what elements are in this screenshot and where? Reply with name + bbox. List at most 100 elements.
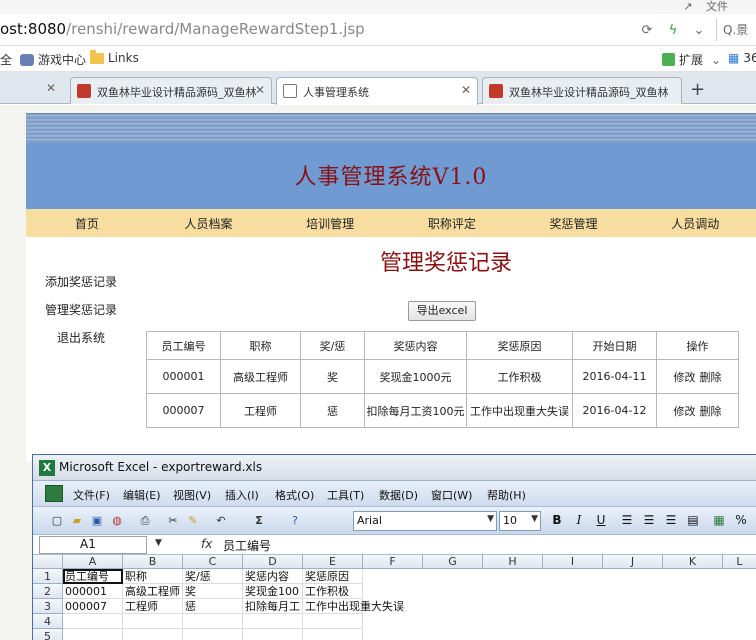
cell-a3[interactable]: 000007: [63, 599, 123, 614]
sidebar-add-record[interactable]: 添加奖惩记录: [26, 273, 136, 290]
align-right-icon[interactable]: ☰: [663, 513, 679, 527]
pin-icon[interactable]: ↗: [683, 0, 692, 13]
cell-c1[interactable]: 奖/惩: [183, 569, 243, 584]
new-file-icon[interactable]: ▢: [49, 513, 65, 529]
bookmark-all[interactable]: 全: [0, 51, 12, 68]
menu-file[interactable]: 文件(F): [73, 487, 110, 503]
column-header[interactable]: B: [123, 555, 183, 569]
cell-b2[interactable]: 高级工程师: [123, 584, 183, 599]
excel-titlebar[interactable]: X Microsoft Excel - exportreward.xls: [33, 455, 756, 481]
print-icon[interactable]: ⎙: [137, 513, 153, 529]
refresh-icon[interactable]: ⟳: [638, 21, 656, 39]
currency-icon[interactable]: ▦: [711, 513, 727, 527]
new-tab-button[interactable]: +: [690, 79, 705, 100]
search-box[interactable]: Q.景: [716, 19, 756, 41]
cell-c3[interactable]: 惩: [183, 599, 243, 614]
bold-icon[interactable]: B: [549, 513, 565, 527]
percent-icon[interactable]: %: [733, 513, 749, 527]
format-painter-icon[interactable]: ✎: [185, 513, 201, 529]
autosum-icon[interactable]: Σ: [251, 513, 267, 529]
align-left-icon[interactable]: ☰: [619, 513, 635, 527]
extension-shortcut[interactable]: ▦ 36: [728, 51, 756, 65]
nav-title-evaluation[interactable]: 职称评定: [391, 209, 513, 237]
tab-source-code-2[interactable]: 双鱼林毕业设计精品源码_双鱼林: [482, 77, 682, 104]
column-header[interactable]: A: [63, 555, 123, 569]
workbook-icon[interactable]: [45, 485, 63, 502]
lightning-icon[interactable]: ϟ: [664, 21, 682, 39]
column-header[interactable]: G: [423, 555, 483, 569]
undo-icon[interactable]: ↶: [213, 513, 229, 529]
row-header[interactable]: 5: [33, 629, 63, 640]
italic-icon[interactable]: I: [571, 513, 587, 527]
align-center-icon[interactable]: ☰: [641, 513, 657, 527]
menu-view[interactable]: 视图(V): [173, 487, 211, 503]
menu-edit[interactable]: 编辑(E): [123, 487, 161, 503]
function-icon[interactable]: fx: [201, 537, 212, 551]
empty-cell[interactable]: [123, 629, 183, 640]
empty-cell[interactable]: [303, 614, 363, 629]
delete-link[interactable]: 删除: [700, 371, 722, 384]
column-header[interactable]: D: [243, 555, 303, 569]
worksheet-grid[interactable]: A B C D E F G H I J K L 1 2 3 4 5 员工编号 职…: [33, 555, 756, 640]
nav-personnel-files[interactable]: 人员档案: [148, 209, 270, 237]
column-header[interactable]: L: [723, 555, 756, 569]
cell-c2[interactable]: 奖: [183, 584, 243, 599]
export-excel-button[interactable]: 导出excel: [408, 301, 476, 321]
close-icon[interactable]: ✕: [255, 83, 265, 97]
url-text[interactable]: ost:8080/renshi/reward/ManageRewardStep1…: [0, 20, 365, 38]
menu-window[interactable]: 窗口(W): [431, 487, 472, 503]
edit-link[interactable]: 修改: [674, 371, 696, 384]
address-bar[interactable]: ost:8080/renshi/reward/ManageRewardStep1…: [0, 14, 756, 46]
empty-cell[interactable]: [183, 614, 243, 629]
cell-b1[interactable]: 职称: [123, 569, 183, 584]
nav-training[interactable]: 培训管理: [269, 209, 391, 237]
column-header[interactable]: F: [363, 555, 423, 569]
empty-cell[interactable]: [243, 614, 303, 629]
nav-transfer[interactable]: 人员调动: [634, 209, 756, 237]
row-header[interactable]: 1: [33, 569, 63, 584]
permission-icon[interactable]: ◍: [109, 513, 125, 529]
underline-icon[interactable]: U: [593, 513, 609, 527]
cell-e2[interactable]: 工作积极: [303, 584, 363, 599]
nav-home[interactable]: 首页: [26, 209, 148, 237]
row-header[interactable]: 4: [33, 614, 63, 629]
empty-cell[interactable]: [243, 629, 303, 640]
cell-a1[interactable]: 员工编号: [63, 569, 123, 584]
bookmark-game-center[interactable]: 游戏中心: [20, 51, 86, 68]
empty-cell[interactable]: [123, 614, 183, 629]
sidebar-logout[interactable]: 退出系统: [26, 329, 136, 346]
tab-source-code-1[interactable]: 双鱼林毕业设计精品源码_双鱼林 ✕: [70, 77, 272, 104]
empty-cell[interactable]: [303, 629, 363, 640]
row-header[interactable]: 2: [33, 584, 63, 599]
menu-insert[interactable]: 插入(I): [225, 487, 259, 503]
column-header[interactable]: C: [183, 555, 243, 569]
cut-icon[interactable]: ✂: [165, 513, 181, 529]
close-icon[interactable]: ✕: [461, 83, 471, 97]
empty-cell[interactable]: [63, 629, 123, 640]
empty-cell[interactable]: [183, 629, 243, 640]
tab-hr-system[interactable]: 人事管理系统 ✕: [276, 77, 478, 105]
sidebar-manage-records[interactable]: 管理奖惩记录: [26, 301, 136, 318]
chevron-down-icon[interactable]: ▼: [155, 538, 162, 548]
file-menu[interactable]: 文件: [706, 0, 728, 13]
cell-a2[interactable]: 000001: [63, 584, 123, 599]
formula-input[interactable]: 员工编号: [223, 537, 271, 554]
column-header[interactable]: K: [663, 555, 723, 569]
menu-help[interactable]: 帮助(H): [487, 487, 526, 503]
menu-data[interactable]: 数据(D): [379, 487, 418, 503]
help-icon[interactable]: ?: [287, 513, 303, 529]
delete-link[interactable]: 删除: [700, 405, 722, 418]
cell-e3[interactable]: 工作中出现重大失误: [303, 599, 404, 614]
save-icon[interactable]: ▣: [89, 513, 105, 529]
column-header[interactable]: J: [603, 555, 663, 569]
column-header[interactable]: H: [483, 555, 543, 569]
cell-b3[interactable]: 工程师: [123, 599, 183, 614]
cell-e1[interactable]: 奖惩原因: [303, 569, 363, 584]
column-header[interactable]: I: [543, 555, 603, 569]
cell-d2[interactable]: 奖现金100: [243, 584, 303, 599]
font-name-select[interactable]: Arial ▼: [353, 511, 497, 531]
select-all-corner[interactable]: [33, 555, 63, 569]
menu-tools[interactable]: 工具(T): [327, 487, 364, 503]
close-icon[interactable]: ✕: [46, 81, 56, 95]
nav-reward-punishment[interactable]: 奖惩管理: [513, 209, 635, 237]
